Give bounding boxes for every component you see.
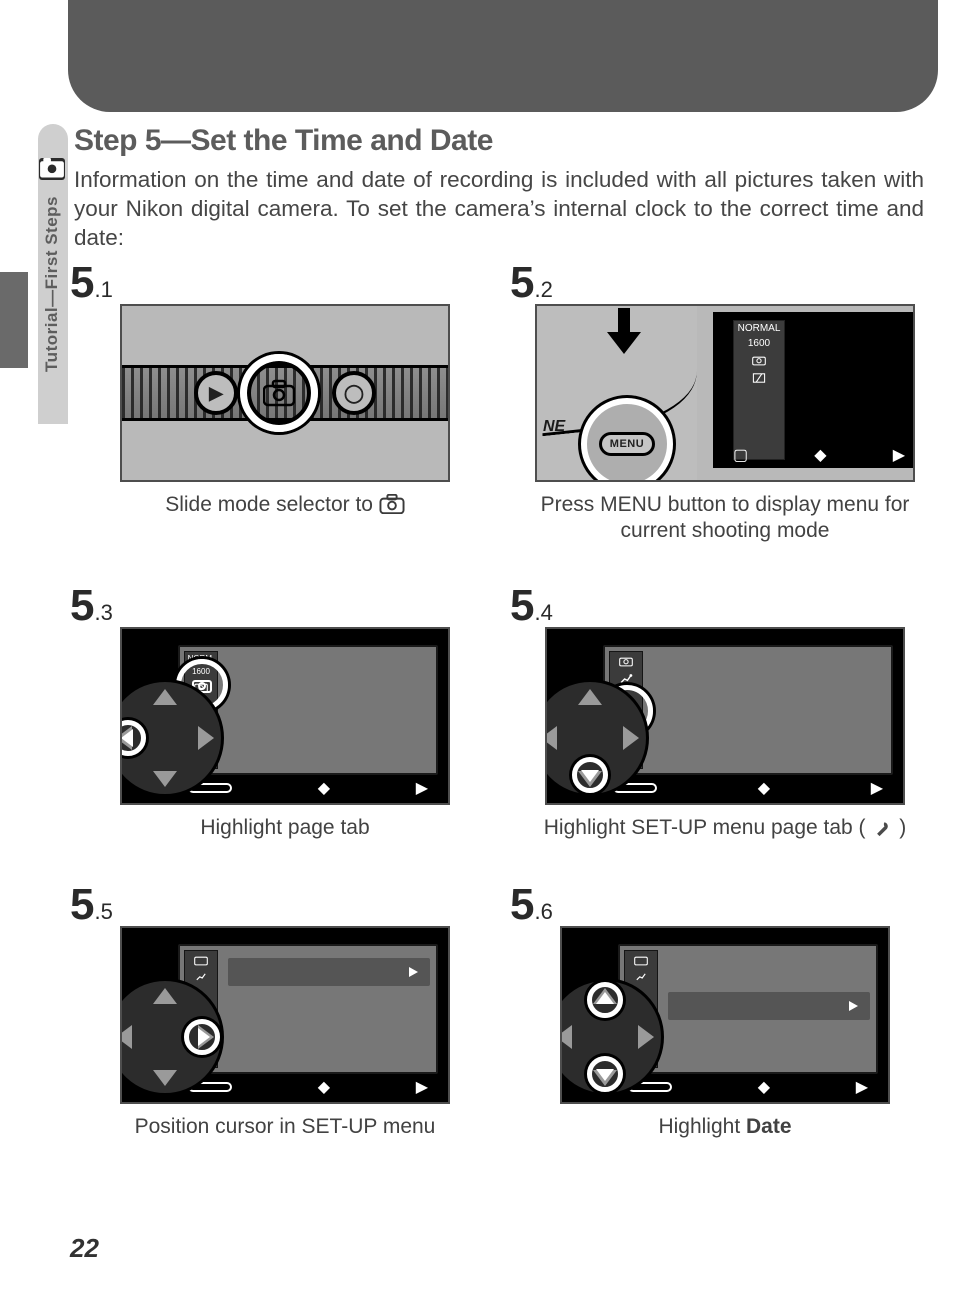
illus-position-cursor: ◆▶ bbox=[120, 926, 450, 1104]
step-number: 5.3 bbox=[70, 581, 500, 631]
dpad-icon bbox=[560, 978, 664, 1096]
step-5-6: 5.6 ◆▶ bbox=[510, 880, 940, 1140]
step-number: 5.5 bbox=[70, 880, 500, 930]
illus-press-menu: NE MENU NORMAL 1600 bbox=[535, 304, 915, 482]
page-number: 22 bbox=[70, 1233, 99, 1264]
menu-item bbox=[228, 958, 430, 986]
step-5-2: 5.2 NE MENU NORMAL 1600 bbox=[510, 258, 940, 545]
side-tab-label: Tutorial—First Steps bbox=[42, 196, 62, 372]
mode-selector-camera-icon bbox=[240, 354, 318, 432]
tutorial-badge-icon bbox=[39, 158, 65, 180]
step-number: 5.6 bbox=[510, 880, 940, 930]
step-number: 5.2 bbox=[510, 258, 940, 308]
step-caption: Highlight Date bbox=[510, 1114, 940, 1140]
step-5-3: 5.3 NORM. 1600 ◆▶ bbox=[70, 581, 500, 844]
camera-screen: NORMAL 1600 ▢◆▶ bbox=[713, 312, 913, 468]
intro-paragraph: Information on the time and date of reco… bbox=[74, 166, 924, 252]
step-caption: Highlight page tab bbox=[70, 815, 500, 841]
step-number: 5.1 bbox=[70, 258, 500, 308]
page: Tutorial—First Steps Step 5—Set the Time… bbox=[0, 0, 954, 1314]
illus-highlight-date: ◆▶ bbox=[560, 926, 890, 1104]
step-number: 5.4 bbox=[510, 581, 940, 631]
header-dark-block bbox=[68, 0, 938, 112]
menu-button-highlight: MENU bbox=[581, 398, 673, 482]
arrow-down-icon bbox=[607, 308, 641, 354]
step-caption: Press MENU button to display menu for cu… bbox=[510, 492, 940, 545]
step-5-5: 5.5 ◆▶ bbox=[70, 880, 500, 1140]
dpad-icon bbox=[120, 679, 224, 797]
page-heading: Step 5—Set the Time and Date bbox=[74, 124, 493, 158]
menu-button-label: MENU bbox=[599, 432, 655, 456]
illus-highlight-page-tab: NORM. 1600 ◆▶ bbox=[120, 627, 450, 805]
step-5-1: 5.1 ▶ ◯ Slide mode selector to bbox=[70, 258, 500, 545]
wrench-icon bbox=[871, 818, 893, 844]
illus-highlight-setup-tab: ◆▶ bbox=[545, 627, 905, 805]
dpad-icon bbox=[120, 978, 224, 1096]
dpad-icon bbox=[545, 679, 649, 797]
step-5-4: 5.4 ◆▶ bbox=[510, 581, 940, 844]
side-tab-marker bbox=[0, 272, 28, 368]
step-caption: Highlight SET-UP menu page tab ( ) bbox=[510, 815, 940, 844]
camera-icon bbox=[379, 494, 405, 521]
step-caption: Position cursor in SET-UP menu bbox=[70, 1114, 500, 1140]
step-caption: Slide mode selector to bbox=[70, 492, 500, 521]
steps-grid: 5.1 ▶ ◯ Slide mode selector to bbox=[70, 258, 940, 1140]
illus-slide-mode-selector: ▶ ◯ bbox=[120, 304, 450, 482]
menu-item-date bbox=[668, 992, 870, 1020]
